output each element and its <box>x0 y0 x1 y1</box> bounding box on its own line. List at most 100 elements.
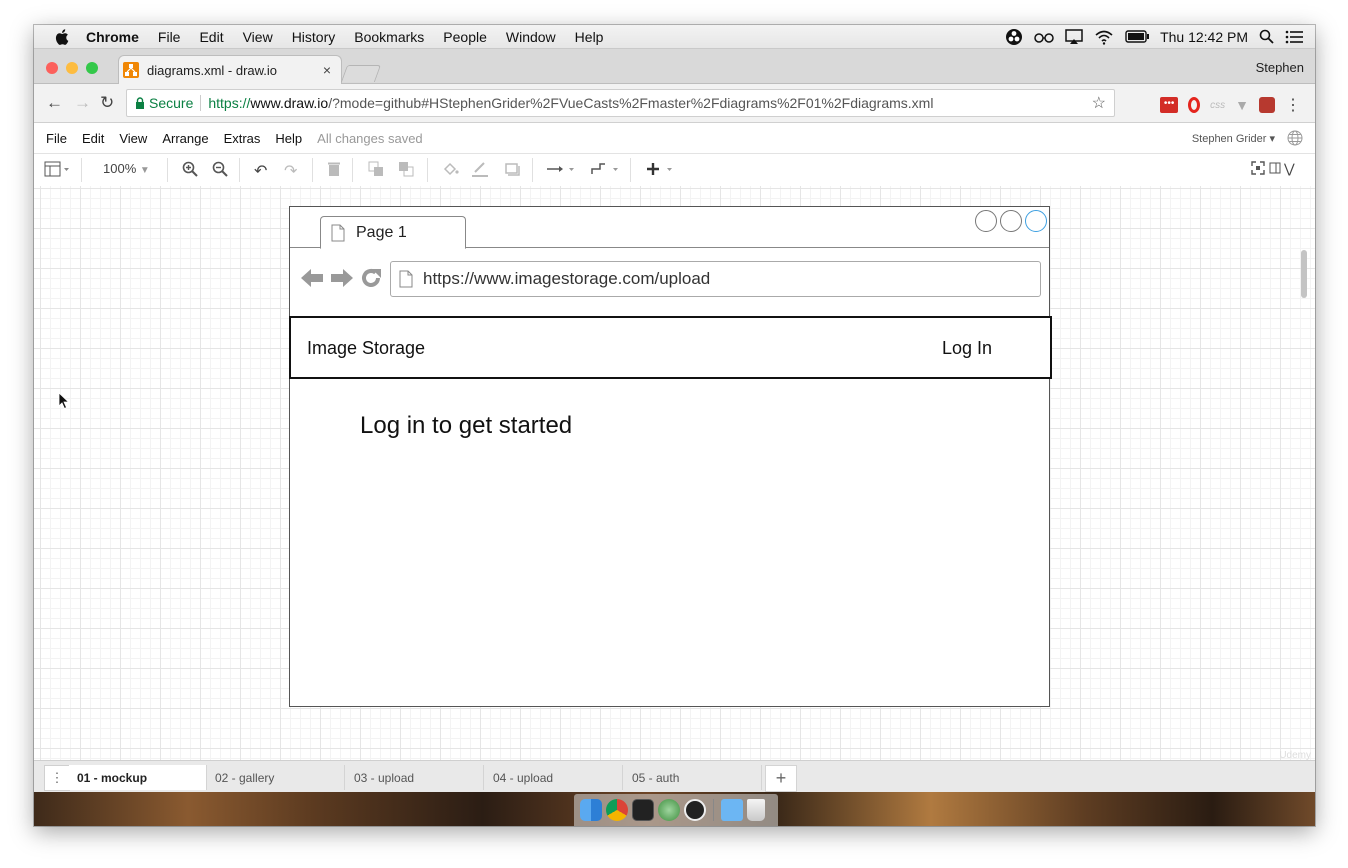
menu-edit[interactable]: Edit <box>199 29 223 45</box>
page-tab-03-upload[interactable]: 03 - upload <box>346 765 484 790</box>
address-url: https://www.draw.io/?mode=github#HStephe… <box>208 95 933 111</box>
menu-view[interactable]: View <box>243 29 273 45</box>
zoom-level-dropdown[interactable]: 100% ▼ <box>103 161 150 176</box>
collapse-chevrons-icon[interactable]: ⋁ <box>1284 161 1295 177</box>
menu-file[interactable]: File <box>158 29 181 45</box>
chrome-menu-icon[interactable]: ⋮ <box>1285 95 1301 115</box>
toolbar-separator <box>630 158 631 182</box>
new-tab-button[interactable] <box>340 65 382 82</box>
page-tab-04-upload[interactable]: 04 - upload <box>485 765 623 790</box>
menubar-clock[interactable]: Thu 12:42 PM <box>1160 29 1248 45</box>
fill-color-icon[interactable] <box>442 161 460 180</box>
spotlight-search-icon[interactable] <box>1259 29 1274 44</box>
page-tabs-bar: ⋮ 01 - mockup 02 - gallery 03 - upload 0… <box>34 760 1315 793</box>
waypoints-icon[interactable] <box>590 161 622 180</box>
mockup-nav-buttons <box>300 267 382 289</box>
finder-icon[interactable] <box>580 799 602 821</box>
menu-bookmarks[interactable]: Bookmarks <box>354 29 424 45</box>
opera-extension-icon[interactable] <box>1188 97 1201 113</box>
airplay-icon[interactable] <box>1065 28 1083 45</box>
format-panel-icon[interactable] <box>1269 161 1281 177</box>
secure-indicator[interactable]: Secure <box>135 95 193 111</box>
notification-center-icon[interactable] <box>1285 30 1303 44</box>
vue-devtools-icon[interactable]: ▼ <box>1235 97 1249 113</box>
page-tab-02-gallery[interactable]: 02 - gallery <box>207 765 345 790</box>
mockup-address-bar: https://www.imagestorage.com/upload <box>390 261 1041 297</box>
redo-icon[interactable]: ↷ <box>284 161 297 181</box>
chrome-profile-button[interactable]: Stephen <box>1256 60 1304 75</box>
close-window-button[interactable] <box>46 62 58 74</box>
toolbar-separator <box>239 158 240 182</box>
mockup-browser-tab[interactable]: Page 1 <box>320 216 466 249</box>
diagram-canvas[interactable]: Page 1 https://www.imagestorage.com/uplo… <box>34 186 1315 771</box>
connection-style-icon[interactable] <box>546 161 578 180</box>
fullscreen-icon[interactable] <box>1251 161 1265 178</box>
add-page-button[interactable]: + <box>765 765 797 792</box>
obs-dock-icon[interactable] <box>684 799 706 821</box>
mockup-window-controls <box>975 210 1047 232</box>
reload-icon[interactable]: ↻ <box>100 93 114 113</box>
delete-icon[interactable] <box>327 161 341 180</box>
drawio-menu-edit[interactable]: Edit <box>82 131 104 146</box>
mockup-back-arrow-icon <box>301 269 323 287</box>
lastpass-extension-icon[interactable]: ••• <box>1160 97 1179 113</box>
line-color-icon[interactable] <box>471 161 489 180</box>
mac-menubar: Chrome File Edit View History Bookmarks … <box>34 25 1315 49</box>
toolbar-separator <box>312 158 313 182</box>
to-front-icon[interactable] <box>368 161 384 180</box>
wifi-icon[interactable] <box>1094 29 1114 45</box>
drawio-menu-extras[interactable]: Extras <box>224 131 261 146</box>
mockup-url-text: https://www.imagestorage.com/upload <box>423 269 711 288</box>
mouse-pointer-icon <box>58 392 70 410</box>
save-status: All changes saved <box>317 130 423 146</box>
dock-divider <box>713 799 714 821</box>
menu-people[interactable]: People <box>443 29 487 45</box>
compressor-icon[interactable] <box>658 799 680 821</box>
apple-icon[interactable] <box>54 28 72 46</box>
drawio-user-menu[interactable]: Stephen Grider ▾ <box>1192 132 1275 145</box>
folder-icon[interactable] <box>721 799 743 821</box>
vertical-scrollbar[interactable] <box>1301 250 1307 298</box>
glasses-icon[interactable] <box>1034 30 1054 44</box>
terminal-icon[interactable] <box>632 799 654 821</box>
zoom-in-icon[interactable] <box>182 161 198 180</box>
page-tab-05-auth[interactable]: 05 - auth <box>624 765 762 790</box>
zoom-window-button[interactable] <box>86 62 98 74</box>
drawio-menu-help[interactable]: Help <box>275 131 302 146</box>
menu-window[interactable]: Window <box>506 29 556 45</box>
tab-close-icon[interactable]: × <box>323 62 331 78</box>
bookmark-star-icon[interactable]: ☆ <box>1092 93 1106 113</box>
browser-tab-drawio[interactable]: diagrams.xml - draw.io × <box>118 55 342 84</box>
url-host: www.draw.io <box>250 95 329 111</box>
minimize-window-button[interactable] <box>66 62 78 74</box>
ublock-extension-icon[interactable] <box>1259 97 1275 113</box>
page-tab-01-mockup[interactable]: 01 - mockup <box>69 765 207 790</box>
drawio-menu-arrange[interactable]: Arrange <box>162 131 208 146</box>
toolbar-separator <box>352 158 353 182</box>
shadow-icon[interactable] <box>504 161 520 180</box>
to-back-icon[interactable] <box>398 161 414 180</box>
forward-arrow-icon[interactable]: → <box>74 93 91 113</box>
trash-icon[interactable] <box>747 799 765 821</box>
menu-help[interactable]: Help <box>575 29 604 45</box>
mockup-circle-3 <box>1025 210 1047 232</box>
back-arrow-icon[interactable]: ← <box>46 93 63 113</box>
drawio-menu-file[interactable]: File <box>46 131 67 146</box>
undo-icon[interactable]: ↶ <box>254 161 267 181</box>
battery-icon[interactable] <box>1125 30 1150 43</box>
chrome-icon[interactable] <box>606 799 628 821</box>
address-bar[interactable]: Secure https://www.draw.io/?mode=github#… <box>126 89 1115 117</box>
mockup-page-icon <box>399 270 413 288</box>
format-panel-toggle-icon[interactable] <box>44 161 70 180</box>
menu-app-chrome[interactable]: Chrome <box>86 29 139 45</box>
css-extension-icon[interactable]: css <box>1210 100 1225 111</box>
obs-icon[interactable] <box>1005 28 1023 46</box>
zoom-out-icon[interactable] <box>212 161 228 180</box>
language-globe-icon[interactable] <box>1287 130 1303 146</box>
menu-history[interactable]: History <box>292 29 336 45</box>
browser-window: Chrome File Edit View History Bookmarks … <box>34 25 1315 826</box>
drawio-menu-view[interactable]: View <box>119 131 147 146</box>
insert-plus-icon[interactable] <box>646 161 678 180</box>
pages-menu-icon[interactable]: ⋮ <box>44 765 70 791</box>
browser-mockup-shape[interactable]: Page 1 https://www.imagestorage.com/uplo… <box>289 206 1052 707</box>
